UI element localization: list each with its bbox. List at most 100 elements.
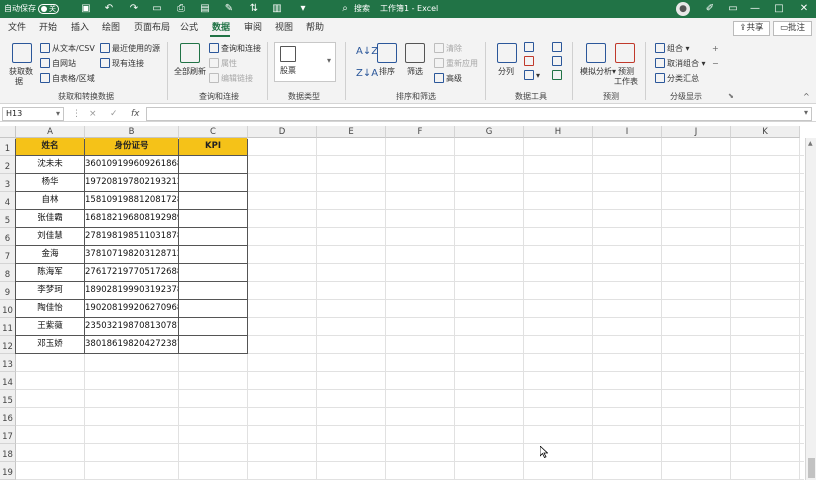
table-cell[interactable]: 沈未未 [16, 156, 84, 173]
table-cell[interactable]: 197208197802193212 [85, 174, 178, 191]
tab-insert[interactable]: 插入 [71, 22, 89, 34]
scroll-thumb[interactable] [808, 458, 815, 478]
remove-duplicates-button[interactable] [524, 56, 536, 67]
row-header-19[interactable]: 19 [0, 462, 16, 480]
dropdown-icon[interactable]: ▾ [296, 2, 310, 16]
vertical-scrollbar[interactable]: ▲ [805, 138, 816, 480]
table-cell[interactable]: 158109198812081728 [85, 192, 178, 209]
sort-asc-icon[interactable]: A↓Z [356, 46, 378, 57]
relationships-button[interactable] [552, 56, 564, 67]
tab-data[interactable]: 数据 [212, 22, 230, 34]
column-header-j[interactable]: J [662, 126, 731, 138]
row-header-16[interactable]: 16 [0, 408, 16, 426]
edit-links-button[interactable]: 编辑链接 [209, 73, 253, 84]
table-cell[interactable]: 陶佳怡 [16, 300, 84, 317]
enter-icon[interactable]: ✓ [110, 107, 118, 121]
data-validation-button[interactable]: ▾ [524, 70, 540, 81]
row-header-14[interactable]: 14 [0, 372, 16, 390]
filter-button[interactable]: 筛选 [407, 66, 423, 77]
tab-review[interactable]: 审阅 [244, 22, 262, 34]
table-cell[interactable]: 金海 [16, 246, 84, 263]
save-icon[interactable]: ▣ [79, 2, 93, 16]
table-cell[interactable]: 王紫薇 [16, 318, 84, 335]
column-header-f[interactable]: F [386, 126, 455, 138]
row-header-6[interactable]: 6 [0, 228, 16, 246]
row-header-17[interactable]: 17 [0, 426, 16, 444]
advanced-button[interactable]: 高级 [434, 73, 462, 84]
user-avatar-icon[interactable]: ● [676, 2, 690, 16]
text-to-columns-button[interactable]: 分列 [498, 66, 514, 77]
table-cell[interactable] [179, 210, 247, 227]
scroll-up-icon[interactable]: ▲ [808, 140, 813, 147]
select-all-corner[interactable] [0, 126, 16, 138]
row-header-13[interactable]: 13 [0, 354, 16, 372]
row-header-5[interactable]: 5 [0, 210, 16, 228]
get-data-button-line2[interactable]: 据 [15, 76, 23, 87]
print-icon[interactable]: ⎙ [174, 2, 188, 16]
formula-input[interactable]: ▾ [146, 107, 812, 121]
chart-icon[interactable]: ▥ [270, 2, 284, 16]
table-cell[interactable] [179, 264, 247, 281]
row-header-8[interactable]: 8 [0, 264, 16, 282]
column-header-g[interactable]: G [455, 126, 524, 138]
table-cell[interactable]: 235032198708130781 [85, 318, 178, 335]
new-doc-icon[interactable]: ▭ [150, 2, 164, 16]
table-cell[interactable]: 190208199206270968 [85, 300, 178, 317]
subtotal-button[interactable]: 分类汇总 [655, 73, 699, 84]
table-cell[interactable] [179, 318, 247, 335]
tab-draw[interactable]: 绘图 [102, 22, 120, 34]
table-cell[interactable]: 380186198204272387 [85, 336, 178, 353]
column-header-c[interactable]: C [179, 126, 248, 138]
table-cell[interactable]: 自林 [16, 192, 84, 209]
forecast-sheet-button-line2[interactable]: 工作表 [614, 76, 638, 87]
existing-connections-button[interactable]: 现有连接 [100, 58, 144, 69]
table-cell[interactable] [179, 300, 247, 317]
tab-page-layout[interactable]: 页面布局 [134, 22, 170, 34]
minimize-icon[interactable]: — [743, 0, 767, 18]
hide-detail-icon[interactable]: − [712, 58, 719, 69]
insert-function-icon[interactable]: fx [131, 107, 140, 121]
table-cell[interactable]: 张佳霸 [16, 210, 84, 227]
row-header-3[interactable]: 3 [0, 174, 16, 192]
tab-help[interactable]: 帮助 [306, 22, 324, 34]
row-header-12[interactable]: 12 [0, 336, 16, 354]
column-header-a[interactable]: A [16, 126, 85, 138]
table-cell[interactable] [179, 174, 247, 191]
sort-desc-icon[interactable]: Z↓A [356, 68, 378, 79]
show-detail-icon[interactable]: + [712, 43, 719, 54]
row-header-15[interactable]: 15 [0, 390, 16, 408]
ribbon-display-icon[interactable]: ▭ [726, 2, 740, 16]
consolidate-button[interactable] [552, 42, 564, 53]
worksheet-grid[interactable]: A B C D E F G H I J K 1 2 3 4 5 6 7 8 9 10 11 12 13 14 15 16 17 18 19… [0, 126, 816, 480]
table-cell[interactable]: 189028199903192378 [85, 282, 178, 299]
table-cell[interactable]: 168182196808192989 [85, 210, 178, 227]
search-icon[interactable]: ⌕ [338, 2, 352, 16]
refresh-all-button[interactable]: 全部刷新 [174, 66, 206, 77]
row-header-11[interactable]: 11 [0, 318, 16, 336]
close-icon[interactable]: ✕ [792, 0, 816, 18]
from-web-button[interactable]: 自网站 [40, 58, 76, 69]
undo-icon[interactable]: ↶ [102, 2, 116, 16]
column-header-d[interactable]: D [248, 126, 317, 138]
column-header-k[interactable]: K [731, 126, 800, 138]
expand-formula-icon[interactable]: ▾ [804, 108, 808, 117]
table-cell[interactable]: 陈海军 [16, 264, 84, 281]
search-label[interactable]: 搜索 [354, 3, 370, 15]
table-cell[interactable]: 360109199609261868 [85, 156, 178, 173]
table-cell[interactable] [179, 156, 247, 173]
flash-fill-button[interactable] [524, 42, 536, 53]
table-cell[interactable]: 276172197705172688 [85, 264, 178, 281]
row-header-9[interactable]: 9 [0, 282, 16, 300]
reapply-button[interactable]: 重新应用 [434, 58, 478, 69]
gallery-dropdown-icon[interactable]: ▾ [327, 55, 331, 66]
tab-view[interactable]: 视图 [275, 22, 293, 34]
table-header-cell[interactable]: KPI [179, 138, 247, 155]
from-table-button[interactable]: 自表格/区域 [40, 73, 95, 84]
column-header-i[interactable]: I [593, 126, 662, 138]
group-button[interactable]: 组合 ▾ [655, 43, 690, 54]
recent-sources-button[interactable]: 最近使用的源 [100, 43, 160, 54]
data-type-gallery[interactable]: 股票 ▾ [274, 42, 336, 82]
clear-button[interactable]: 清除 [434, 43, 462, 54]
table-cell[interactable] [179, 246, 247, 263]
table-cell[interactable]: 278198198511031878 [85, 228, 178, 245]
